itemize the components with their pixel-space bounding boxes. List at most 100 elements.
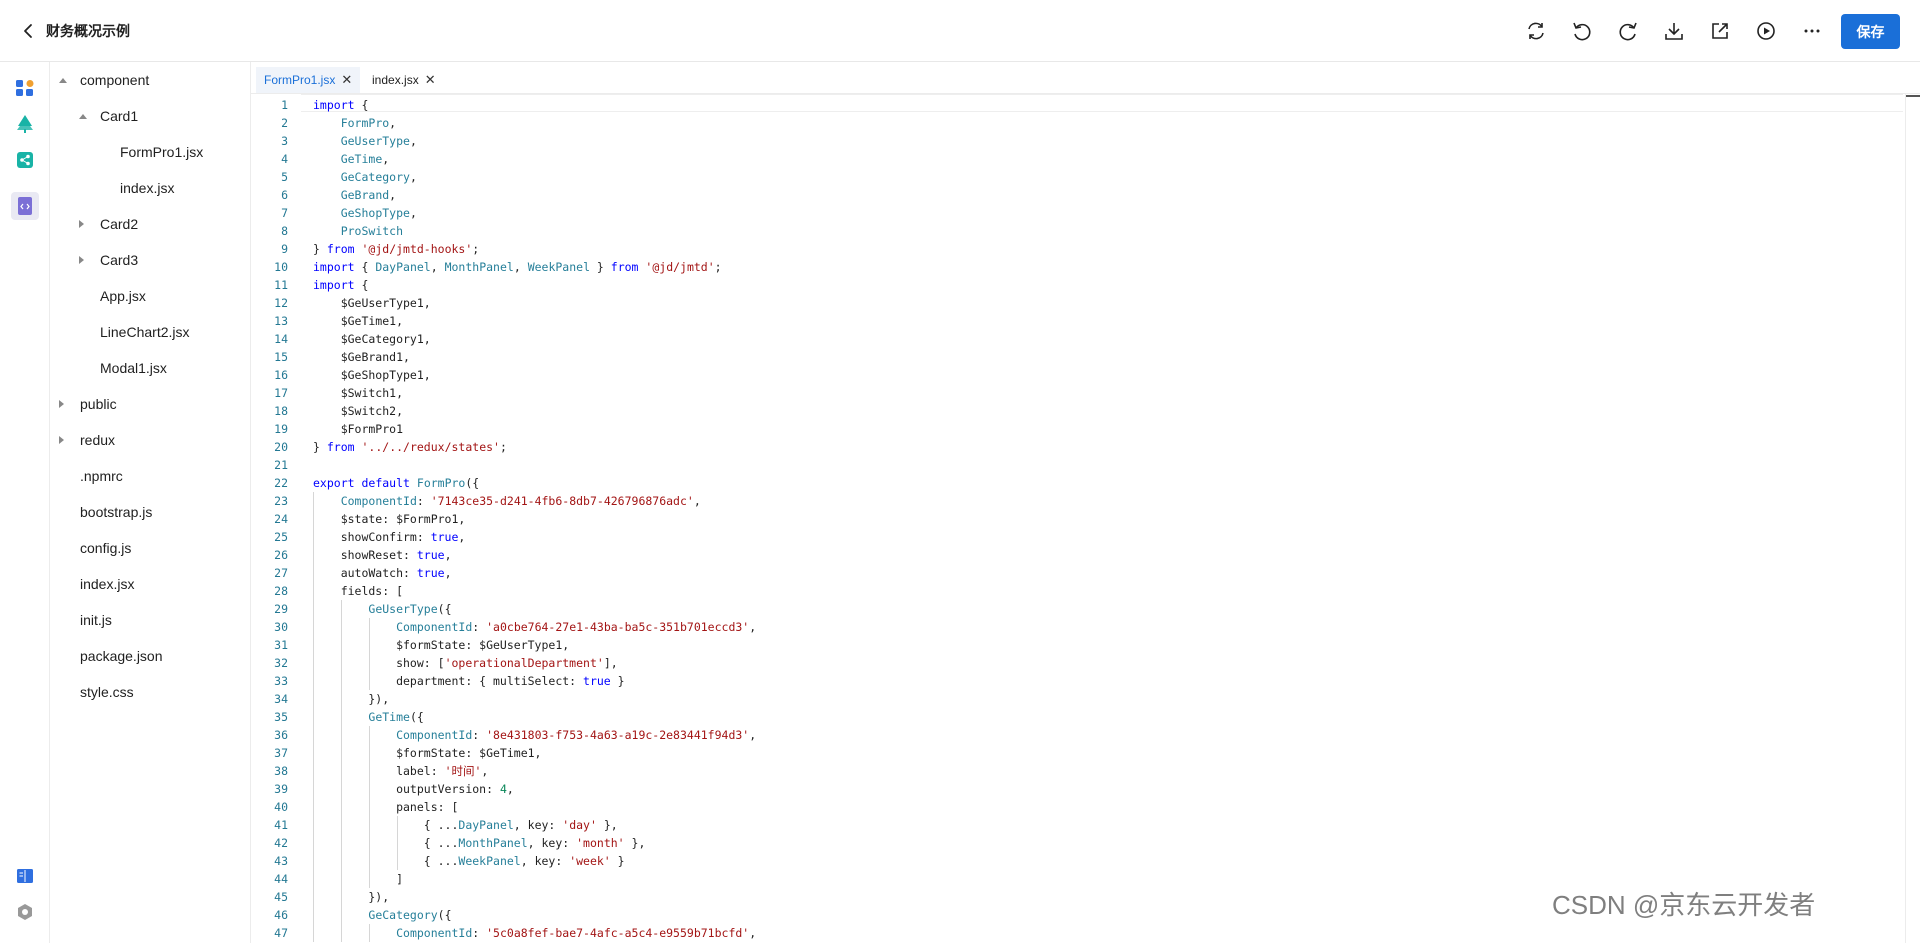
code-line: showConfirm: true, xyxy=(313,530,466,544)
components-icon[interactable] xyxy=(11,74,39,102)
back-icon[interactable] xyxy=(18,20,40,42)
tab-index[interactable]: index.jsx ✕ xyxy=(364,67,444,93)
tree-item[interactable]: Card1 xyxy=(100,98,138,134)
line-number: 42 xyxy=(274,836,288,850)
tree-icon[interactable] xyxy=(11,110,39,138)
tree-item[interactable]: LineChart2.jsx xyxy=(100,314,190,350)
line-number: 7 xyxy=(281,206,288,220)
line-number: 14 xyxy=(274,332,288,346)
line-number: 17 xyxy=(274,386,288,400)
caret-down-icon[interactable] xyxy=(79,114,87,119)
code-line: FormPro, xyxy=(340,116,397,130)
download-icon[interactable] xyxy=(1662,19,1686,43)
line-number: 25 xyxy=(274,530,288,544)
line-number: 36 xyxy=(274,728,288,742)
code-line: ] xyxy=(313,872,404,886)
line-number: 18 xyxy=(274,404,288,418)
code-line: ProSwitch xyxy=(340,224,404,238)
code-editor[interactable]: FormPro1.jsx ✕ index.jsx ✕ 1 2 3 4 5 6 7 8 9 10 11 12… xyxy=(251,62,1920,943)
share-icon[interactable] xyxy=(1708,19,1732,43)
code-line: department: { multiSelect: true } xyxy=(313,674,625,688)
code-area[interactable]: import { FormPro, GeUserType, GeTime, Ge… xyxy=(313,94,1903,943)
line-number: 43 xyxy=(274,854,288,868)
book-icon[interactable] xyxy=(11,862,39,890)
code-line: GeShopType, xyxy=(340,206,417,220)
line-number: 35 xyxy=(274,710,288,724)
tree-item[interactable]: index.jsx xyxy=(120,170,174,206)
code-line: $state: $FormPro1, xyxy=(313,512,466,526)
tree-item[interactable]: init.js xyxy=(80,602,112,638)
line-number: 28 xyxy=(274,584,288,598)
line-number: 33 xyxy=(274,674,288,688)
settings-icon[interactable] xyxy=(11,898,39,926)
tree-item[interactable]: index.jsx xyxy=(80,566,134,602)
line-number: 1 xyxy=(281,98,288,112)
code-line: GeUserType, xyxy=(340,134,417,148)
tree-item[interactable]: config.js xyxy=(80,530,131,566)
tree-item[interactable]: style.css xyxy=(80,674,134,710)
tree-item[interactable]: FormPro1.jsx xyxy=(120,134,203,170)
caret-right-icon[interactable] xyxy=(59,400,64,408)
indent-guide xyxy=(369,924,370,942)
line-number: 41 xyxy=(274,818,288,832)
line-number: 8 xyxy=(281,224,288,238)
line-number-gutter: 1 2 3 4 5 6 7 8 9 10 11 12 13 14 15 16 17 18 19 20 21 22 23 24 2… xyxy=(251,94,301,943)
line-number: 20 xyxy=(274,440,288,454)
tree-item[interactable]: Card2 xyxy=(100,206,138,242)
page-title: 财务概况示例 xyxy=(46,23,130,39)
redo-icon[interactable] xyxy=(1616,19,1640,43)
undo-icon[interactable] xyxy=(1570,19,1594,43)
code-line: }), xyxy=(313,692,390,706)
indent-guide xyxy=(313,492,314,942)
line-number: 30 xyxy=(274,620,288,634)
tree-item[interactable]: Modal1.jsx xyxy=(100,350,167,386)
code-line: GeTime({ xyxy=(368,710,424,724)
caret-down-icon[interactable] xyxy=(59,78,67,83)
code-line: { ...WeekPanel, key: 'week' } xyxy=(313,854,625,868)
code-line: $FormPro1 xyxy=(313,422,404,436)
line-number: 29 xyxy=(274,602,288,616)
close-icon[interactable]: ✕ xyxy=(341,67,352,93)
tree-item[interactable]: redux xyxy=(80,422,115,458)
indent-guide xyxy=(341,600,342,942)
code-line: } from '../../redux/states'; xyxy=(313,440,507,454)
code-icon[interactable] xyxy=(11,192,39,220)
code-line: fields: [ xyxy=(313,584,404,598)
code-line: autoWatch: true, xyxy=(313,566,452,580)
share-node-icon[interactable] xyxy=(11,146,39,174)
line-number: 6 xyxy=(281,188,288,202)
tree-item[interactable]: .npmrc xyxy=(80,458,123,494)
more-icon[interactable] xyxy=(1800,19,1824,43)
code-line: }), xyxy=(313,890,390,904)
caret-right-icon[interactable] xyxy=(79,220,84,228)
code-line: GeBrand, xyxy=(340,188,397,202)
indent-guide xyxy=(369,726,370,888)
scrollbar[interactable] xyxy=(1905,94,1920,943)
tree-item[interactable]: bootstrap.js xyxy=(80,494,152,530)
line-number: 46 xyxy=(274,908,288,922)
line-number: 2 xyxy=(281,116,288,130)
line-number: 4 xyxy=(281,152,288,166)
close-icon[interactable]: ✕ xyxy=(425,67,436,93)
caret-right-icon[interactable] xyxy=(59,436,64,444)
line-number: 38 xyxy=(274,764,288,778)
indent-guide xyxy=(397,816,398,870)
tree-item[interactable]: Card3 xyxy=(100,242,138,278)
save-button[interactable]: 保存 xyxy=(1841,14,1900,49)
line-number: 39 xyxy=(274,782,288,796)
line-number: 47 xyxy=(274,926,288,940)
tree-item[interactable]: App.jsx xyxy=(100,278,146,314)
tree-item[interactable]: component xyxy=(80,62,149,98)
code-line: $GeCategory1, xyxy=(313,332,431,346)
line-number: 11 xyxy=(274,278,288,292)
code-line: GeCategory, xyxy=(340,170,417,184)
code-line: import { xyxy=(313,278,369,292)
refresh-icon[interactable] xyxy=(1524,19,1548,43)
tree-item[interactable]: package.json xyxy=(80,638,163,674)
line-number: 15 xyxy=(274,350,288,364)
caret-right-icon[interactable] xyxy=(79,256,84,264)
play-icon[interactable] xyxy=(1754,19,1778,43)
tab-formpro1[interactable]: FormPro1.jsx ✕ xyxy=(256,67,361,93)
code-line: $GeTime1, xyxy=(313,314,404,328)
tree-item[interactable]: public xyxy=(80,386,117,422)
